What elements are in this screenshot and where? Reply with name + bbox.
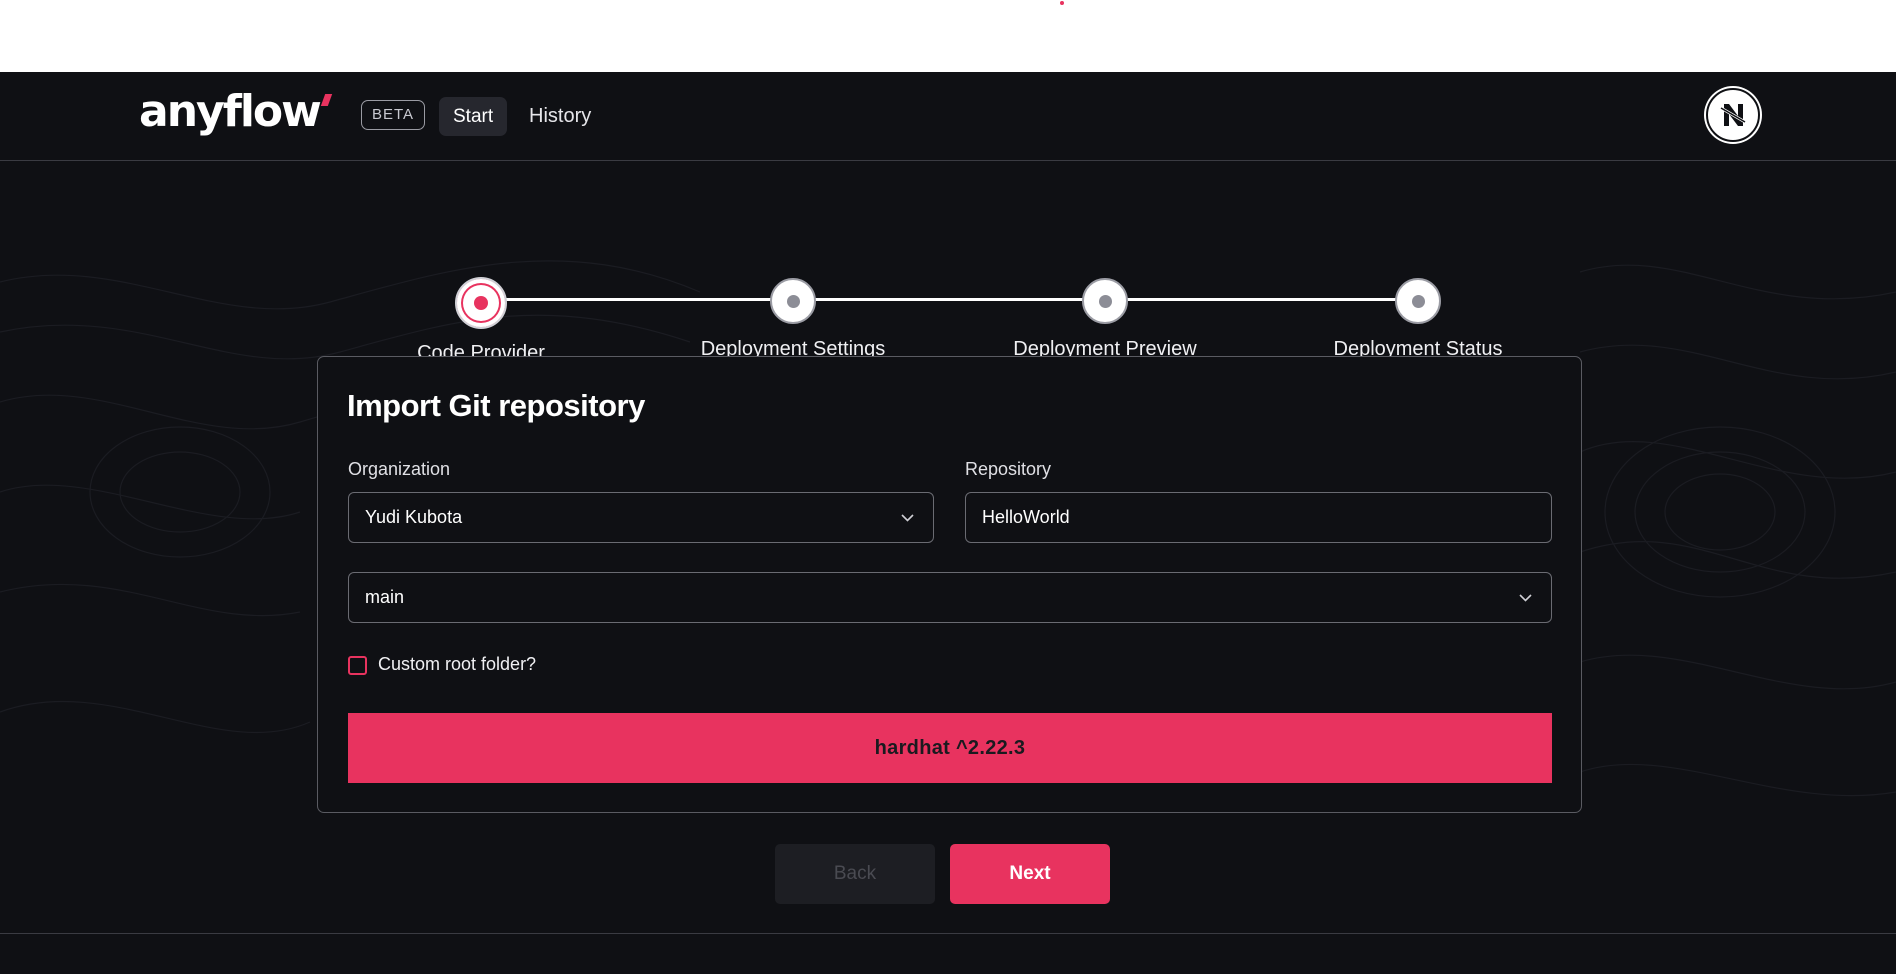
repository-input[interactable]: HelloWorld xyxy=(965,492,1552,543)
repository-label: Repository xyxy=(965,459,1052,479)
loading-dot xyxy=(1060,1,1064,5)
organization-select[interactable]: Yudi Kubota xyxy=(348,492,934,543)
framework-version-banner: hardhat ^2.22.3 xyxy=(348,713,1552,783)
custom-root-checkbox[interactable] xyxy=(348,656,367,675)
card-title: Import Git repository xyxy=(347,388,645,423)
chevron-down-icon xyxy=(1519,594,1532,602)
step-deployment-status[interactable]: Deployment Status xyxy=(1298,278,1538,361)
step-indicator xyxy=(770,278,816,324)
user-avatar[interactable] xyxy=(1706,88,1760,142)
branch-value: main xyxy=(365,587,405,607)
stepper-track xyxy=(480,298,1418,301)
deployment-stepper: Code Provider Deployment Settings Deploy… xyxy=(0,202,1896,364)
logo-wordmark: anyflow xyxy=(139,86,322,137)
organization-label: Organization xyxy=(348,459,451,479)
footer-divider xyxy=(0,933,1896,934)
step-code-provider[interactable]: Code Provider xyxy=(361,277,601,365)
organization-value: Yudi Kubota xyxy=(365,507,463,527)
import-repository-card: Import Git repository Organization Yudi … xyxy=(317,356,1582,813)
browser-top-strip xyxy=(0,0,1896,72)
next-button[interactable]: Next xyxy=(950,844,1110,904)
nav-item-start[interactable]: Start xyxy=(439,97,508,136)
step-indicator-active xyxy=(455,277,507,329)
anyflow-logo[interactable]: anyflow xyxy=(139,86,332,137)
branch-select[interactable]: main xyxy=(348,572,1552,623)
chevron-down-icon xyxy=(901,514,914,522)
nav-item-history[interactable]: History xyxy=(515,97,605,136)
logo-accent-mark xyxy=(320,94,332,106)
top-navbar: anyflow BETA Start History xyxy=(0,72,1896,161)
step-indicator xyxy=(1395,278,1441,324)
nft-avatar-icon xyxy=(1720,104,1746,126)
step-indicator xyxy=(1082,278,1128,324)
beta-badge: BETA xyxy=(361,100,426,130)
back-button[interactable]: Back xyxy=(775,844,935,904)
custom-root-label[interactable]: Custom root folder? xyxy=(378,654,536,675)
app-root: anyflow BETA Start History Code Provider… xyxy=(0,72,1896,974)
step-deployment-settings[interactable]: Deployment Settings xyxy=(673,278,913,361)
step-deployment-preview[interactable]: Deployment Preview xyxy=(985,278,1225,361)
repository-value: HelloWorld xyxy=(982,507,1070,527)
